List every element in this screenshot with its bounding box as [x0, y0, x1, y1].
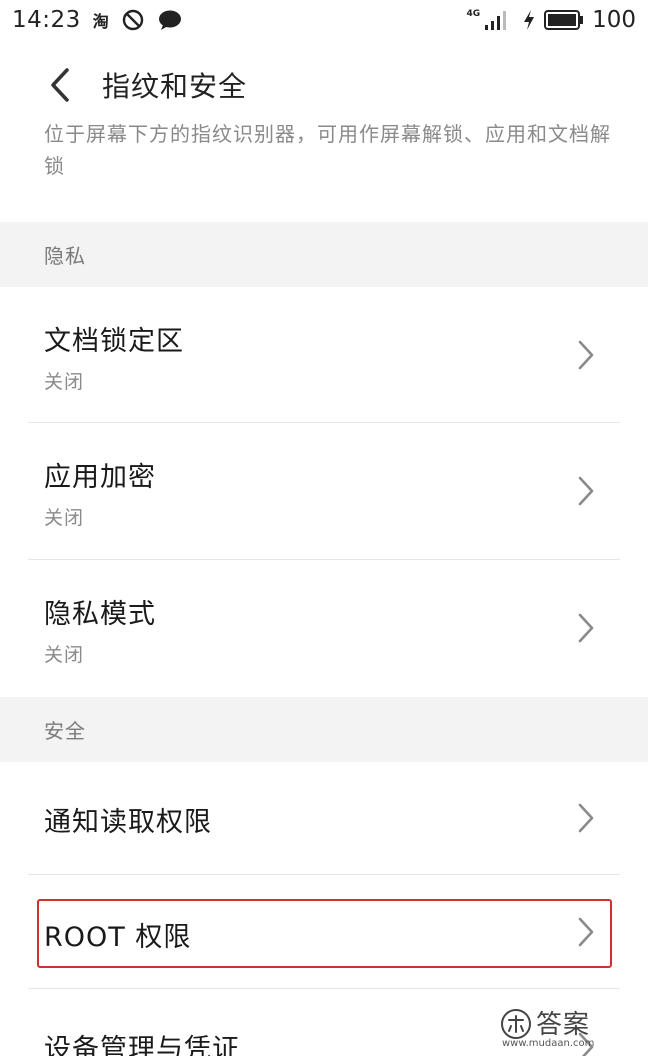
- signal-strength-icon: [485, 11, 507, 30]
- setting-item-app-encryption[interactable]: 应用加密 关闭: [0, 423, 648, 559]
- network-type-label: 4G: [466, 9, 481, 19]
- battery-level-text: 100: [592, 7, 636, 33]
- setting-item-status: 关闭: [44, 507, 85, 529]
- battery-icon: [544, 10, 584, 30]
- title-bar: 指纹和安全: [0, 50, 648, 120]
- setting-item-title: 通知读取权限: [44, 807, 212, 838]
- status-bar: 14:23 淘 4G 100: [0, 0, 648, 40]
- watermark-logo-icon: [501, 1009, 531, 1039]
- watermark: 答案 www.mudaan.com: [500, 1004, 640, 1054]
- back-button[interactable]: [30, 55, 90, 115]
- chevron-right-icon: [578, 803, 594, 833]
- setting-item-title: 设备管理与凭证: [44, 1034, 240, 1056]
- chevron-right-icon: [578, 476, 594, 506]
- setting-item-title: 隐私模式: [44, 599, 156, 630]
- watermark-url: www.mudaan.com: [502, 1038, 595, 1049]
- section-header-privacy: 隐私: [0, 222, 648, 287]
- charging-bolt-icon: [524, 10, 535, 30]
- highlight-box: [37, 899, 612, 968]
- fingerprint-description: 位于屏幕下方的指纹识别器，可用作屏幕解锁、应用和文档解锁: [44, 122, 611, 178]
- setting-item-title: 文档锁定区: [44, 326, 184, 357]
- setting-item-title: 应用加密: [44, 462, 156, 493]
- do-not-disturb-icon: [122, 9, 144, 31]
- taobao-badge-icon: 淘: [92, 12, 109, 31]
- setting-item-status: 关闭: [44, 371, 85, 393]
- message-bubble-icon: [158, 10, 181, 30]
- setting-item-notification-access[interactable]: 通知读取权限: [0, 762, 648, 874]
- chevron-left-icon: [51, 68, 69, 102]
- page-title: 指纹和安全: [102, 70, 248, 103]
- setting-item-privacy-mode[interactable]: 隐私模式 关闭: [0, 560, 648, 696]
- setting-item-status: 关闭: [44, 644, 85, 666]
- section-header-security: 安全: [0, 697, 648, 762]
- chevron-right-icon: [578, 340, 594, 370]
- watermark-name: 答案: [536, 1010, 591, 1040]
- setting-item-document-lock-zone[interactable]: 文档锁定区 关闭: [0, 287, 648, 422]
- chevron-right-icon: [578, 613, 594, 643]
- status-time: 14:23: [12, 7, 81, 33]
